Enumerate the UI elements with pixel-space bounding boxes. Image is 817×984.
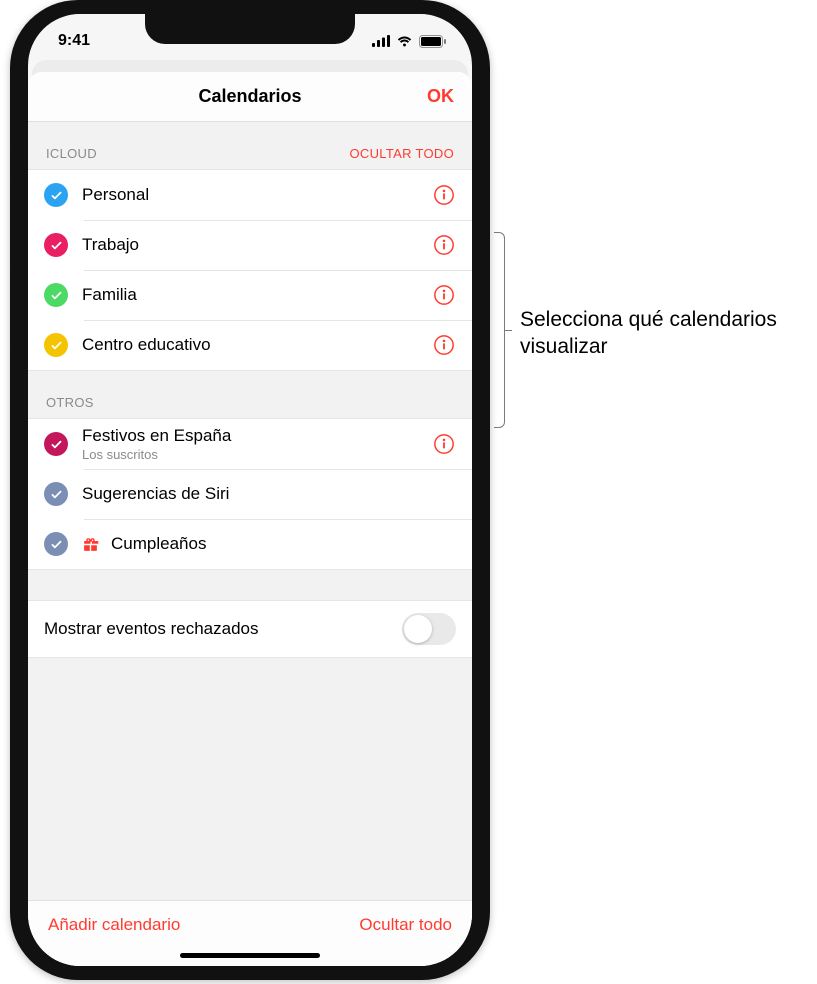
- checkmark-icon[interactable]: [44, 233, 68, 257]
- section-title-icloud: ICLOUD: [46, 146, 97, 161]
- nav-bar: Calendarios OK: [28, 72, 472, 122]
- declined-events-switch[interactable]: [402, 613, 456, 645]
- calendar-label: Trabajo: [82, 235, 432, 255]
- calendar-list-otros: Festivos en España Los suscritos S: [28, 418, 472, 570]
- section-title-otros: OTROS: [46, 395, 94, 410]
- notch: [145, 14, 355, 44]
- checkmark-icon[interactable]: [44, 432, 68, 456]
- calendar-label: Personal: [82, 185, 432, 205]
- content-scroll[interactable]: ICLOUD OCULTAR TODO Personal: [28, 122, 472, 900]
- checkmark-icon[interactable]: [44, 333, 68, 357]
- calendar-list-icloud: Personal Trabajo: [28, 169, 472, 371]
- callout-bracket: [494, 232, 512, 428]
- calendar-label: Festivos en España: [82, 426, 432, 446]
- home-indicator[interactable]: [180, 953, 320, 958]
- calendar-sublabel: Los suscritos: [82, 447, 432, 462]
- calendar-row-festivos[interactable]: Festivos en España Los suscritos: [28, 419, 472, 469]
- declined-events-row: Mostrar eventos rechazados: [28, 600, 472, 658]
- calendar-label: Familia: [82, 285, 432, 305]
- calendar-row-personal[interactable]: Personal: [28, 170, 472, 220]
- status-time: 9:41: [58, 32, 90, 50]
- gift-icon: [82, 536, 99, 553]
- cellular-signal-icon: [372, 35, 390, 47]
- calendar-row-trabajo[interactable]: Trabajo: [28, 220, 472, 270]
- calendar-label: Sugerencias de Siri: [82, 484, 456, 504]
- calendar-label: Centro educativo: [82, 335, 432, 355]
- info-icon[interactable]: [432, 432, 456, 456]
- phone-frame: 9:41 Calendarios OK: [10, 0, 490, 980]
- info-icon[interactable]: [432, 333, 456, 357]
- calendar-label: Cumpleaños: [111, 534, 206, 554]
- volume-up-button: [14, 208, 20, 270]
- power-button: [480, 230, 486, 326]
- section-header-otros: OTROS: [28, 371, 472, 418]
- section-header-icloud: ICLOUD OCULTAR TODO: [28, 122, 472, 169]
- page-title: Calendarios: [198, 86, 301, 107]
- hide-all-button[interactable]: Ocultar todo: [359, 915, 452, 935]
- declined-events-label: Mostrar eventos rechazados: [44, 619, 259, 639]
- switch-knob: [404, 615, 432, 643]
- checkmark-icon[interactable]: [44, 283, 68, 307]
- callout-text: Selecciona qué calendarios visualizar: [520, 306, 800, 361]
- status-icons: [372, 35, 446, 48]
- checkmark-icon[interactable]: [44, 482, 68, 506]
- volume-down-button: [14, 286, 20, 348]
- info-icon[interactable]: [432, 233, 456, 257]
- ok-button[interactable]: OK: [427, 86, 454, 107]
- calendar-row-siri[interactable]: Sugerencias de Siri: [28, 469, 472, 519]
- checkmark-icon[interactable]: [44, 532, 68, 556]
- calendar-row-cumpleanos[interactable]: Cumpleaños: [28, 519, 472, 569]
- info-icon[interactable]: [432, 283, 456, 307]
- calendars-sheet: Calendarios OK ICLOUD OCULTAR TODO: [28, 72, 472, 966]
- hide-all-icloud-button[interactable]: OCULTAR TODO: [350, 146, 454, 161]
- phone-screen: 9:41 Calendarios OK: [28, 14, 472, 966]
- info-icon[interactable]: [432, 183, 456, 207]
- calendar-row-centro-educativo[interactable]: Centro educativo: [28, 320, 472, 370]
- checkmark-icon[interactable]: [44, 183, 68, 207]
- calendar-row-familia[interactable]: Familia: [28, 270, 472, 320]
- mute-switch: [14, 148, 20, 182]
- add-calendar-button[interactable]: Añadir calendario: [48, 915, 180, 935]
- battery-icon: [419, 35, 446, 48]
- wifi-icon: [396, 35, 413, 47]
